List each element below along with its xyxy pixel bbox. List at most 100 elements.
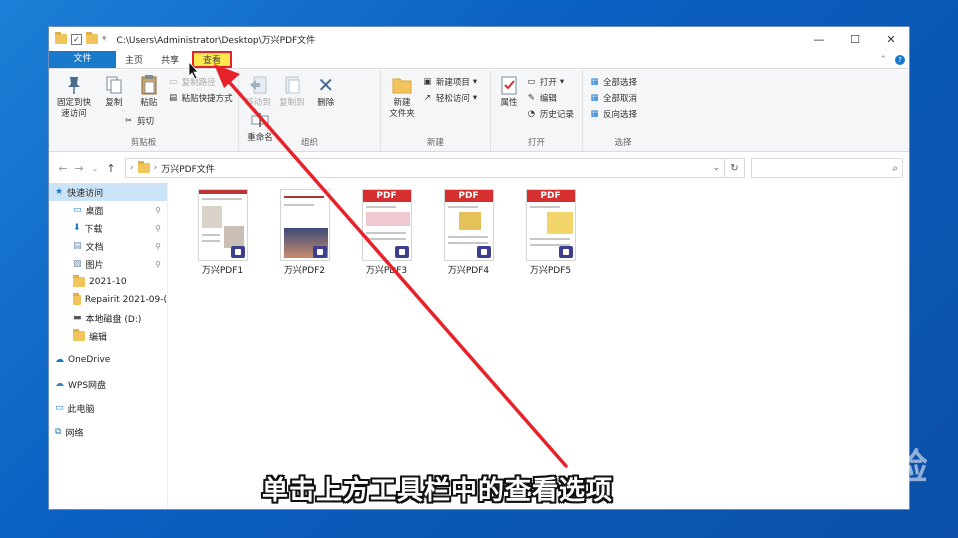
customize-chevron-icon[interactable]: ▾ [102,34,107,44]
cut-label: 剪切 [137,116,155,127]
nav-label: 下载 [84,224,103,235]
up-icon[interactable]: ↑ [103,162,119,175]
nav-item-onedrive[interactable]: ☁ OneDrive [49,351,167,369]
nav-label: 网络 [65,428,84,439]
invert-selection-button[interactable]: ▦ 反向选择 [589,107,637,120]
new-item-label: 新建项目 [435,77,470,88]
title-bar: ✓ ▾ C:\Users\Administrator\Desktop\万兴PDF… [49,27,909,51]
folder-icon [390,74,414,96]
nav-item-downloads[interactable]: ⬇ 下载 ⚲ [49,219,167,237]
cut-button[interactable]: ✂ 剪切 [123,114,154,127]
nav-label: 此电脑 [67,404,95,415]
pdf-thumbnail [197,189,248,261]
nav-item-local-disk-d[interactable]: ▬ 本地磁盘 (D:) [49,309,167,327]
file-item[interactable]: PDF 万兴PDF4 [435,189,502,276]
address-path[interactable]: 万兴PDF文件 [161,162,215,175]
pin-icon[interactable]: ⚲ [155,260,161,269]
nav-item-wps-drive[interactable]: ☁ WPS网盘 [49,375,167,393]
nav-item-edit[interactable]: 编辑 [49,327,167,345]
easy-access-button[interactable]: ↗ 轻松访问 ▾ [422,91,477,104]
search-input[interactable]: ⌕ [751,158,903,178]
minimize-button[interactable]: — [801,27,837,51]
file-item[interactable]: PDF 万兴PDF3 [353,189,420,276]
pin-icon[interactable]: ⚲ [155,224,161,233]
path-chevron-icon: › [130,163,134,173]
pdf-band-label: PDF [526,190,575,202]
nav-item-desktop[interactable]: ▭ 桌面 ⚲ [49,201,167,219]
nav-item-this-pc[interactable]: ▭ 此电脑 [49,399,167,417]
cloud-icon: ☁ [55,379,64,389]
nav-item-2021-10[interactable]: 2021-10 [49,273,167,291]
properties-button[interactable]: 属性 [495,74,523,109]
scissors-icon: ✂ [124,115,133,126]
paste-shortcut-button[interactable]: ▤ 粘贴快捷方式 [168,91,233,104]
copy-button[interactable]: 复制 [98,74,130,109]
help-icon[interactable]: ? [895,54,905,65]
easy-access-icon: ↗ [423,92,431,103]
copy-to-icon [280,74,304,96]
pin-icon [62,74,86,96]
tab-home[interactable]: 主页 [116,51,152,68]
properties-check-icon[interactable]: ✓ [71,33,82,45]
expand-ribbon-icon[interactable]: ⌃ [879,55,887,65]
file-item[interactable]: 万兴PDF2 [271,189,338,276]
computer-icon: ▭ [55,403,64,413]
nav-label: 桌面 [85,206,104,217]
nav-label: 2021-10 [89,277,127,287]
pin-quick-access-button[interactable]: 固定到快 速访问 [53,74,95,120]
back-icon[interactable]: ← [55,162,71,175]
history-label: 历史记录 [539,109,574,120]
paste-button[interactable]: 粘贴 [133,74,165,109]
nav-item-pictures[interactable]: ▨ 图片 ⚲ [49,255,167,273]
copy-icon [102,74,126,96]
copy-to-button[interactable]: 复制到 [276,74,308,109]
pin-icon[interactable]: ⚲ [155,242,161,251]
folder-icon [55,32,67,44]
close-button[interactable]: ✕ [873,27,909,51]
nav-item-documents[interactable]: ▤ 文档 ⚲ [49,237,167,255]
address-bar[interactable]: › › 万兴PDF文件 ⌄ [125,158,725,178]
paste-shortcut-label: 粘贴快捷方式 [181,93,233,104]
maximize-button[interactable]: ☐ [837,27,873,51]
open-icon: ▭ [527,76,536,87]
copy-path-button[interactable]: ▭ 复制路径 [168,75,233,88]
select-all-button[interactable]: ▦ 全部选择 [589,75,637,88]
history-icon: ◔ [527,108,536,119]
copy-label: 复制 [105,98,123,108]
select-none-label: 全部取消 [603,93,638,104]
address-dropdown-icon[interactable]: ⌄ [712,163,720,173]
nav-item-network[interactable]: ⧉ 网络 [49,423,167,441]
pin-icon[interactable]: ⚲ [155,206,161,215]
new-folder-icon[interactable] [86,32,98,44]
open-group: 属性 ▭ 打开 ▾ ✎ 编辑 ◔ 历史记录 打开 [491,70,583,151]
file-item[interactable]: PDF 万兴PDF5 [517,189,584,276]
select-none-button[interactable]: ▦ 全部取消 [589,91,637,104]
network-icon: ⧉ [55,427,62,437]
nav-label: 快速访问 [67,188,104,199]
nav-item-repairit[interactable]: Repairit 2021-09-( [49,291,167,309]
tab-file[interactable]: 文件 [49,51,116,68]
rename-icon [248,109,272,131]
recent-chevron-icon[interactable]: ⌄ [87,164,103,173]
wondershare-pdf-icon [476,246,491,258]
wondershare-pdf-icon [394,246,409,258]
pin-label: 固定到快 速访问 [56,98,91,119]
pdf-thumbnail [279,189,330,261]
move-to-button[interactable]: 移动到 [243,74,273,109]
edit-button[interactable]: ✎ 编辑 [526,91,574,104]
cloud-icon: ☁ [55,355,64,365]
copy-to-label: 复制到 [279,98,305,108]
tab-view[interactable]: 查看 [192,51,233,68]
delete-button[interactable]: ✕ 删除 [311,74,341,109]
refresh-icon[interactable]: ↻ [725,158,745,178]
open-button[interactable]: ▭ 打开 ▾ [526,75,574,88]
new-folder-button[interactable]: 新建 文件夹 [385,74,419,120]
new-item-icon: ▣ [423,76,432,87]
new-item-button[interactable]: ▣ 新建项目 ▾ [422,75,477,88]
forward-icon[interactable]: → [71,162,87,175]
file-item[interactable]: 万兴PDF1 [189,189,256,276]
history-button[interactable]: ◔ 历史记录 [526,107,574,120]
nav-item-quick-access[interactable]: ★ 快速访问 [49,183,167,201]
tab-share[interactable]: 共享 [152,51,188,68]
new-group-label: 新建 [426,138,444,148]
